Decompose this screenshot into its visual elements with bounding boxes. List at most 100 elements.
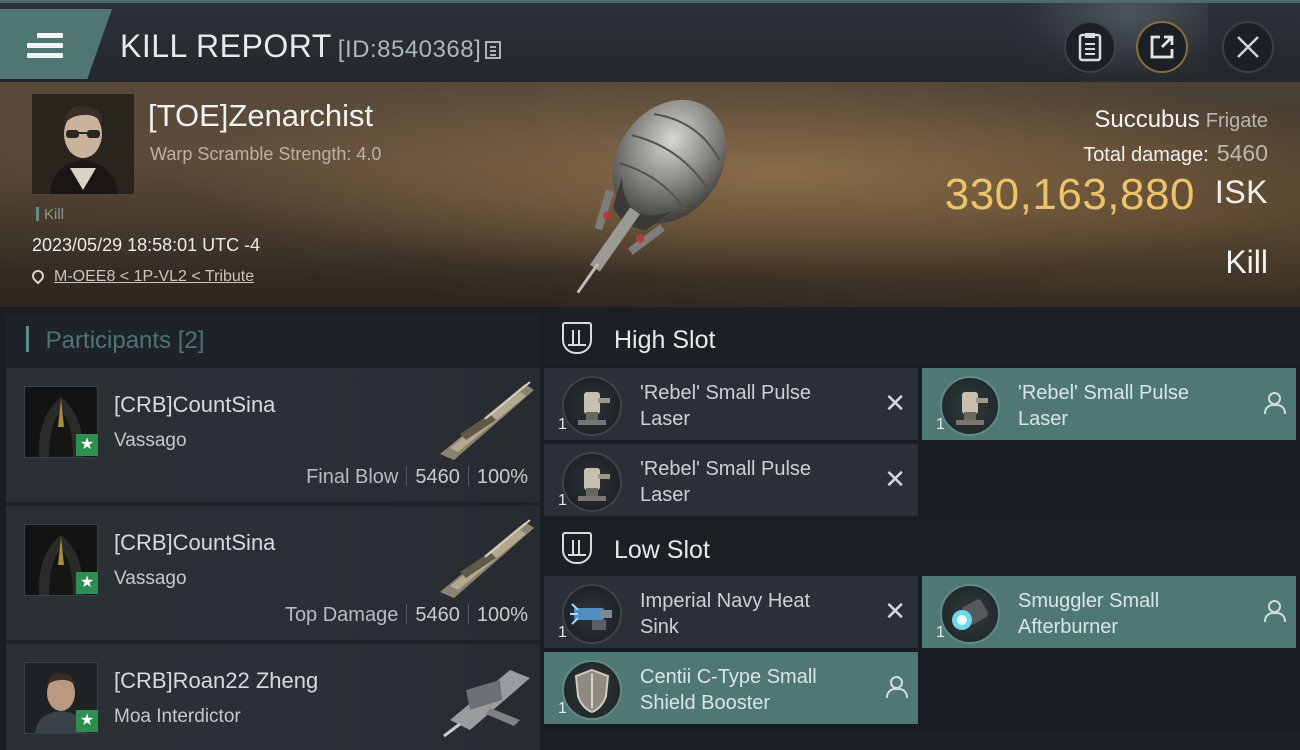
module-name: Centii C-Type Small Shield Booster (640, 664, 870, 716)
participant-ship: Vassago (114, 430, 187, 451)
participant-badge-star-icon: ★ (76, 572, 98, 594)
module-name-line1: 'Rebel' Small Pulse (640, 458, 812, 480)
kill-tag: Kill (36, 206, 64, 223)
module-quantity: 1 (558, 700, 567, 717)
page-title: KILL REPORT [ID:8540368] (120, 28, 502, 65)
module-item[interactable]: 1 Smuggler Small Afterburner (922, 576, 1296, 648)
module-quantity: 1 (558, 624, 567, 641)
clipboard-button[interactable] (1064, 21, 1116, 73)
fitting-panel: High Slot 1 'Rebel' Small Pulse Laser ✕ 1… (544, 310, 1300, 750)
module-name-line2: Afterburner (1018, 616, 1119, 638)
kill-location[interactable]: M-OEE8 < 1P-VL2 < Tribute (29, 267, 254, 286)
total-damage: Total damage: 5460 (1083, 140, 1268, 167)
module-name: Imperial Navy Heat Sink (640, 588, 870, 640)
module-name-line2: Shield Booster (640, 692, 771, 714)
participant-badge-star-icon: ★ (76, 710, 98, 732)
participant-damage: 5460 (415, 466, 460, 488)
module-quantity: 1 (936, 624, 945, 641)
participant-percent: 100% (476, 466, 528, 488)
participant-name[interactable]: [CRB]CountSina (114, 530, 275, 556)
victim-avatar[interactable] (32, 94, 134, 194)
dropped-person-icon (1264, 392, 1286, 414)
module-name-line1: 'Rebel' Small Pulse (1018, 382, 1190, 404)
participant-stats: Final Blow 5460 100% (306, 466, 528, 489)
module-name-line1: Imperial Navy Heat (640, 590, 811, 612)
shield-booster-icon (562, 660, 622, 720)
module-item[interactable]: 1 'Rebel' Small Pulse Laser ✕ (544, 444, 918, 516)
victim-portrait-image (32, 94, 134, 194)
module-name-line1: Smuggler Small (1018, 590, 1160, 612)
module-item[interactable]: 1 'Rebel' Small Pulse Laser ✕ (544, 368, 918, 440)
high-slot-icon (562, 322, 592, 354)
module-name-line2: Sink (640, 616, 679, 638)
total-damage-label: Total damage: (1083, 144, 1209, 166)
close-button[interactable] (1222, 21, 1274, 73)
participant-percent: 100% (476, 604, 528, 626)
menu-icon (27, 33, 63, 59)
participant-ship-image (443, 670, 530, 738)
dropped-person-icon (1264, 600, 1286, 622)
module-quantity: 1 (558, 492, 567, 509)
module-name: 'Rebel' Small Pulse Laser (640, 456, 870, 508)
participant-label: Top Damage (284, 604, 399, 626)
participants-count: [2] (177, 327, 205, 354)
page-title-text: KILL REPORT (120, 28, 332, 64)
low-slot-icon (562, 532, 592, 564)
pulse-laser-icon (940, 376, 1000, 436)
victim-ship-name[interactable]: Succubus (1094, 106, 1199, 133)
participant-row[interactable]: ★ [CRB]CountSina Vassago Top Damage 5460 1… (6, 506, 540, 640)
participant-ship-image (440, 519, 534, 598)
high-slot-header: High Slot (544, 310, 1300, 366)
victim-ship-image[interactable] (548, 88, 768, 298)
close-icon (1237, 36, 1259, 58)
high-slot-title: High Slot (614, 326, 716, 354)
report-id: [ID:8540368] (337, 36, 482, 63)
participant-ship-image (440, 381, 534, 460)
share-icon (1150, 35, 1174, 59)
menu-button[interactable] (0, 9, 112, 79)
participant-row[interactable]: ★ [CRB]CountSina Vassago Final Blow 5460 1… (6, 368, 540, 502)
kill-result: Kill (1225, 244, 1268, 280)
participants-header: Participants [2] (6, 314, 540, 368)
victim-name[interactable]: [TOE]Zenarchist (148, 98, 373, 134)
module-name-line2: Laser (640, 408, 691, 430)
participant-ship: Moa Interdictor (114, 706, 241, 727)
location-pin-icon (29, 267, 47, 285)
dropped-person-icon (886, 676, 908, 698)
participant-badge-star-icon: ★ (76, 434, 98, 456)
location-link[interactable]: M-OEE8 < 1P-VL2 < Tribute (54, 268, 254, 285)
participant-damage: 5460 (415, 604, 460, 626)
low-slot-header: Low Slot (544, 520, 1300, 576)
isk-amount: 330,163,880 (944, 170, 1195, 219)
pulse-laser-icon (562, 452, 622, 512)
module-item[interactable]: 1 Imperial Navy Heat Sink ✕ (544, 576, 918, 648)
copy-id-icon[interactable] (485, 41, 502, 59)
header-bar: KILL REPORT [ID:8540368] (0, 0, 1300, 85)
module-name: Smuggler Small Afterburner (1018, 588, 1248, 640)
clipboard-icon (1078, 33, 1102, 62)
module-quantity: 1 (936, 416, 945, 433)
module-name-line1: Centii C-Type Small (640, 666, 817, 688)
victim-ship-class: Frigate (1205, 110, 1268, 132)
participant-name[interactable]: [CRB]Roan22 Zheng (114, 668, 318, 694)
module-item[interactable]: 1 Centii C-Type Small Shield Booster (544, 652, 918, 724)
low-slot-title: Low Slot (614, 536, 710, 564)
total-damage-value: 5460 (1216, 140, 1268, 166)
module-name-line2: Laser (640, 484, 691, 506)
share-button[interactable] (1136, 21, 1188, 73)
participants-panel: Participants [2] ★ [CRB]CountSina Vassag… (6, 314, 540, 750)
isk-value: 330,163,880 ISK (945, 170, 1268, 220)
module-name: 'Rebel' Small Pulse Laser (1018, 380, 1248, 432)
module-item[interactable]: 1 'Rebel' Small Pulse Laser (922, 368, 1296, 440)
participant-row[interactable]: ★ [CRB]Roan22 Zheng Moa Interdictor (6, 644, 540, 750)
participants-title: Participants (45, 327, 172, 354)
participant-name[interactable]: [CRB]CountSina (114, 392, 275, 418)
participant-stats: Top Damage 5460 100% (285, 604, 528, 627)
participant-ship: Vassago (114, 568, 187, 589)
destroyed-x-icon: ✕ (884, 464, 906, 494)
victim-banner: [TOE]Zenarchist Warp Scramble Strength: … (0, 82, 1300, 307)
module-quantity: 1 (558, 416, 567, 433)
isk-unit: ISK (1214, 174, 1268, 210)
kill-datetime: 2023/05/29 18:58:01 UTC -4 (32, 235, 261, 255)
destroyed-x-icon: ✕ (884, 596, 906, 626)
